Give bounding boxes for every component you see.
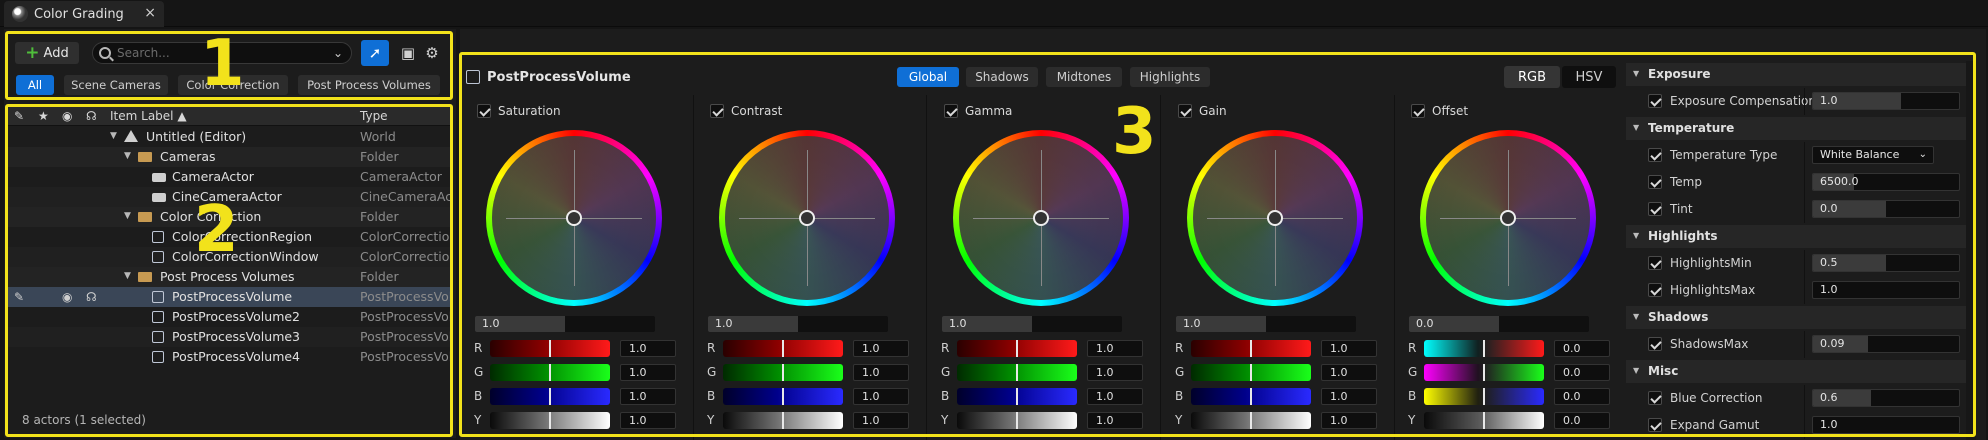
tab-color-grading[interactable]: Color Grading × [4,1,164,27]
annotation-number-2: 2 [194,193,239,267]
annotation-number-3: 3 [1112,95,1157,169]
unreal-logo-icon [12,6,28,22]
title-bar [0,0,1988,27]
annotation-box-2 [5,104,453,437]
tab-title: Color Grading [34,6,124,22]
annotation-box-3 [459,52,1976,437]
close-icon[interactable]: × [144,5,156,21]
annotation-number-1: 1 [200,27,245,101]
